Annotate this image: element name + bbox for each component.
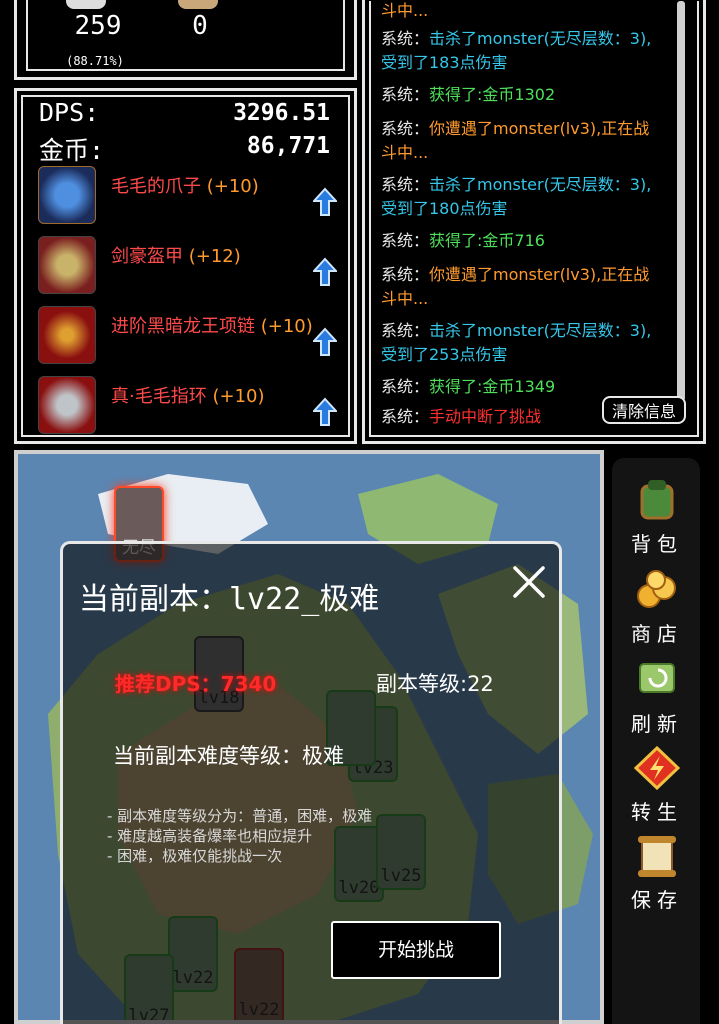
log-system-prefix: 系统： — [381, 377, 430, 396]
upgrade-arrow-icon[interactable] — [313, 327, 337, 357]
upgrade-arrow-icon[interactable] — [313, 257, 337, 287]
treasure-icon — [178, 0, 218, 9]
scroll-refresh-icon — [639, 663, 675, 693]
log-line: 系统：获得了:金币1302 — [381, 83, 686, 107]
menu-backpack[interactable]: 背包 — [612, 478, 700, 558]
dungeon-level: 副本等级:22 — [376, 672, 494, 696]
log-line: 系统：击杀了monster(无尽层数：3), — [381, 173, 686, 197]
blue-claw-icon[interactable] — [38, 166, 96, 224]
log-message: 击杀了monster(无尽层数：3), — [429, 29, 652, 48]
log-message: 击杀了monster(无尽层数：3), — [429, 321, 652, 340]
menu-rebirth[interactable]: 转生 — [612, 746, 700, 826]
silver-coin-icon — [66, 0, 106, 9]
log-message: 击杀了monster(无尽层数：3), — [429, 175, 652, 194]
log-line: 斗中... — [381, 141, 686, 165]
log-system-prefix: 系统： — [381, 119, 430, 138]
log-line: 受到了253点伤害 — [381, 343, 686, 367]
log-system-prefix: 系统： — [381, 265, 430, 284]
log-line: 系统：你遭遇了monster(lv3),正在战 — [381, 117, 686, 141]
note-line: - 副本难度等级分为：普通，困难，极难 — [107, 807, 373, 825]
necklace-icon[interactable] — [38, 306, 96, 364]
log-message: 手动中断了挑战 — [429, 407, 542, 426]
equip-item-3[interactable]: 进阶黑暗龙王项链 (+10) — [111, 312, 313, 338]
log-message: 受到了253点伤害 — [381, 345, 508, 364]
log-system-prefix: 系统： — [381, 231, 430, 250]
battle-log-panel: 斗中... 系统：击杀了monster(无尽层数：3), 受到了183点伤害 系统：获… — [362, 0, 706, 444]
log-line: 系统：获得了:金币716 — [381, 229, 686, 253]
stat-right-value: 0 — [192, 11, 208, 41]
stat-percent: (88.71%) — [66, 54, 124, 68]
log-line: 受到了180点伤害 — [381, 197, 686, 221]
log-system-prefix: 系统： — [381, 407, 430, 426]
menu-refresh[interactable]: 刷新 — [612, 656, 700, 736]
gold-label: 金币: — [39, 136, 105, 165]
start-challenge-button[interactable]: 开始挑战 — [331, 921, 501, 979]
log-message: 获得了:金币716 — [429, 231, 545, 250]
side-menu: 背包 商店 刷新 转生 保存 — [612, 458, 700, 1024]
dps-label: DPS: — [39, 98, 100, 127]
log-message: 斗中... — [381, 289, 429, 308]
log-system-prefix: 系统： — [381, 321, 430, 340]
backpack-icon — [640, 480, 674, 520]
log-system-prefix: 系统： — [381, 85, 430, 104]
ring-icon[interactable] — [38, 376, 96, 434]
log-message: 斗中... — [381, 1, 429, 20]
log-message: 受到了183点伤害 — [381, 53, 508, 72]
clear-log-button[interactable]: 清除信息 — [602, 396, 686, 424]
equip-item-4[interactable]: 真·毛毛指环 (+10) — [111, 382, 265, 408]
note-line: - 难度越高装备爆率也相应提升 — [107, 827, 313, 845]
log-line: 系统：你遭遇了monster(lv3),正在战 — [381, 263, 686, 287]
recommended-dps: 推荐DPS：7340 — [115, 672, 277, 696]
equip-item-1[interactable]: 毛毛的爪子 (+10) — [111, 172, 259, 198]
modal-title: 当前副本：lv22_极难 — [79, 582, 380, 617]
dps-value: 3296.51 — [233, 100, 330, 126]
upgrade-arrow-icon[interactable] — [313, 397, 337, 427]
log-line: 斗中... — [381, 287, 686, 311]
note-line: - 困难，极难仅能挑战一次 — [107, 847, 283, 865]
stats-panel: 259 0 (88.71%) — [14, 0, 357, 80]
dungeon-modal: 当前副本：lv22_极难 推荐DPS：7340 副本等级:22 当前副本难度等级… — [60, 541, 562, 1024]
close-icon[interactable] — [511, 564, 547, 600]
log-line: 系统：击杀了monster(无尽层数：3), — [381, 319, 686, 343]
log-message: 受到了180点伤害 — [381, 199, 508, 218]
log-line: 系统：击杀了monster(无尽层数：3), — [381, 27, 686, 51]
log-system-prefix: 系统： — [381, 175, 430, 194]
menu-save[interactable]: 保存 — [612, 834, 700, 914]
log-line: 斗中... — [381, 1, 686, 23]
rebirth-icon — [634, 746, 680, 790]
current-difficulty: 当前副本难度等级：极难 — [113, 744, 344, 768]
equip-item-2[interactable]: 剑豪盔甲 (+12) — [111, 242, 241, 268]
log-message: 你遭遇了monster(lv3),正在战 — [429, 119, 650, 138]
gold-value: 86,771 — [246, 133, 330, 159]
log-message: 获得了:金币1349 — [429, 377, 556, 396]
equipment-panel: DPS: 3296.51 金币: 86,771 毛毛的爪子 (+10) 剑豪盔甲… — [14, 88, 357, 444]
log-message: 获得了:金币1302 — [429, 85, 556, 104]
coins-icon — [637, 570, 676, 608]
menu-shop[interactable]: 商店 — [612, 568, 700, 648]
log-message: 斗中... — [381, 143, 429, 162]
stat-left-value: 259 — [74, 11, 122, 41]
save-scroll-icon — [638, 836, 676, 877]
log-message: 你遭遇了monster(lv3),正在战 — [429, 265, 650, 284]
log-line: 受到了183点伤害 — [381, 51, 686, 75]
log-system-prefix: 系统： — [381, 29, 430, 48]
armor-icon[interactable] — [38, 236, 96, 294]
upgrade-arrow-icon[interactable] — [313, 187, 337, 217]
